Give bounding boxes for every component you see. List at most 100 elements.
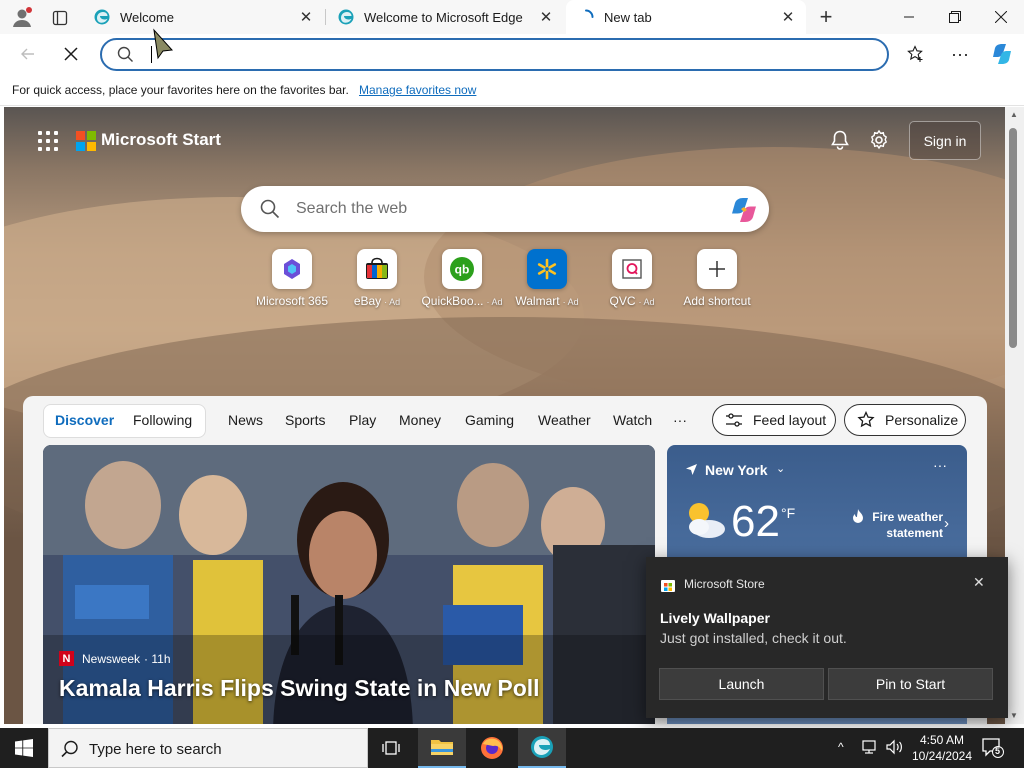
personalize-button[interactable]: Personalize <box>844 404 966 436</box>
mouse-cursor-icon <box>151 28 177 67</box>
search-placeholder: Search the web <box>296 200 408 217</box>
taskbar-search-box[interactable]: Type here to search <box>48 728 368 768</box>
ad-label: · Ad <box>486 297 503 307</box>
scroll-down-icon[interactable]: ▼ <box>1010 711 1018 720</box>
feed-tab-sports[interactable]: Sports <box>285 412 325 428</box>
feed-tab-following[interactable]: Following <box>133 412 192 428</box>
firefox-icon[interactable] <box>468 728 516 768</box>
launch-button[interactable]: Launch <box>659 668 824 700</box>
taskbar-search-placeholder: Type here to search <box>89 741 222 758</box>
more-options-icon[interactable]: ··· <box>933 457 947 473</box>
clock-date: 10/24/2024 <box>911 749 973 763</box>
file-explorer-icon[interactable] <box>418 728 466 768</box>
sign-in-button[interactable]: Sign in <box>909 121 981 160</box>
clock-time: 4:50 AM <box>919 733 965 747</box>
quick-link-microsoft-365[interactable]: Microsoft 365 <box>250 249 334 308</box>
quick-link-label: QuickBoo... <box>421 294 484 308</box>
brand-title[interactable]: Microsoft Start <box>101 130 221 150</box>
news-source: N Newsweek · 11h <box>59 651 171 666</box>
edge-taskbar-icon[interactable] <box>518 728 566 768</box>
feed-tab-money[interactable]: Money <box>399 412 441 428</box>
quick-link-label: eBay <box>353 294 382 308</box>
quick-link-ebay[interactable]: eBay · Ad <box>335 249 419 308</box>
favorites-bar-message: For quick access, place your favorites h… <box>12 83 349 97</box>
tab-welcome[interactable]: Welcome ✕ <box>82 0 324 34</box>
walmart-icon <box>527 249 567 289</box>
feed-layout-label: Feed layout <box>753 412 827 428</box>
article-age: · 11h <box>144 651 171 666</box>
quick-link-label: Walmart <box>515 294 560 308</box>
ad-label: · Ad <box>562 297 579 307</box>
chevron-down-icon[interactable]: ⌄ <box>776 462 785 475</box>
feed-tab-weather[interactable]: Weather <box>538 412 591 428</box>
more-tabs-icon[interactable]: ··· <box>673 412 687 428</box>
hero-news-card[interactable]: N Newsweek · 11h Kamala Harris Flips Swi… <box>43 445 655 724</box>
copilot-icon[interactable] <box>729 196 759 229</box>
feed-layout-button[interactable]: Feed layout <box>712 404 836 436</box>
close-icon[interactable]: ✕ <box>973 574 985 591</box>
quick-link-quickbooks[interactable]: qb QuickBoo... · Ad <box>420 249 504 308</box>
manage-favorites-link[interactable]: Manage favorites now <box>359 83 476 97</box>
qvc-icon <box>612 249 652 289</box>
tab-welcome-to-edge[interactable]: Welcome to Microsoft Edge ✕ <box>326 0 564 34</box>
weather-alert[interactable]: Fire weather statement <box>863 509 943 541</box>
close-tab-icon[interactable]: ✕ <box>776 5 800 29</box>
close-tab-icon[interactable]: ✕ <box>534 5 558 29</box>
restore-icon[interactable] <box>932 0 978 34</box>
pin-to-start-button[interactable]: Pin to Start <box>828 668 993 700</box>
quick-link-walmart[interactable]: Walmart · Ad <box>505 249 589 308</box>
sliders-icon <box>726 413 742 427</box>
tab-new-tab[interactable]: New tab ✕ <box>566 0 806 34</box>
location-arrow-icon <box>685 463 698 481</box>
weather-city[interactable]: New York <box>705 462 768 478</box>
feed-tab-discover[interactable]: Discover <box>55 412 114 428</box>
settings-gear-icon[interactable] <box>868 129 890 156</box>
toast-notification[interactable]: Microsoft Store ✕ Lively Wallpaper Just … <box>646 557 1008 718</box>
quick-link-qvc[interactable]: QVC · Ad <box>590 249 674 308</box>
temperature: 62 <box>731 497 780 546</box>
system-clock[interactable]: 4:50 AM 10/24/2024 <box>905 732 979 764</box>
chevron-up-icon[interactable]: ^ <box>838 740 844 754</box>
favorites-star-icon[interactable] <box>900 38 932 70</box>
web-search-box[interactable]: Search the web <box>241 186 769 232</box>
quickbooks-icon: qb <box>442 249 482 289</box>
scrollbar-thumb[interactable] <box>1009 128 1017 348</box>
notifications-bell-icon[interactable] <box>829 129 851 156</box>
feed-tab-play[interactable]: Play <box>349 412 376 428</box>
scroll-up-icon[interactable]: ▲ <box>1010 110 1018 119</box>
profile-icon[interactable] <box>10 6 34 30</box>
app-launcher-icon[interactable] <box>38 131 58 151</box>
microsoft-logo-icon <box>76 131 96 151</box>
newsweek-logo-icon: N <box>59 651 74 666</box>
close-tab-icon[interactable]: ✕ <box>294 5 318 29</box>
close-window-icon[interactable] <box>978 0 1024 34</box>
tab-label: Welcome to Microsoft Edge <box>364 9 523 25</box>
volume-icon[interactable] <box>886 739 904 760</box>
feed-tab-gaming[interactable]: Gaming <box>465 412 514 428</box>
feed-tab-news[interactable]: News <box>228 412 263 428</box>
back-arrow-icon[interactable] <box>12 38 44 70</box>
address-bar[interactable] <box>100 38 889 71</box>
loading-spinner-icon <box>585 9 594 18</box>
personalize-label: Personalize <box>885 412 959 428</box>
copilot-icon[interactable] <box>986 38 1018 70</box>
quick-link-label: Microsoft 365 <box>255 294 329 308</box>
article-headline[interactable]: Kamala Harris Flips Swing State in New P… <box>59 675 540 702</box>
new-tab-icon[interactable]: + <box>814 4 838 29</box>
microsoft-store-icon <box>660 577 676 598</box>
temperature-unit[interactable]: °F <box>781 505 795 521</box>
vertical-tabs-icon[interactable] <box>48 6 72 30</box>
feed-tab-watch[interactable]: Watch <box>613 412 652 428</box>
task-view-icon[interactable] <box>368 728 416 768</box>
favorites-bar: For quick access, place your favorites h… <box>0 74 1024 106</box>
notification-center-icon[interactable]: 5 <box>982 738 1004 763</box>
minimize-icon[interactable] <box>886 0 932 34</box>
stop-loading-icon[interactable] <box>55 38 87 70</box>
chevron-right-icon[interactable]: › <box>944 515 949 532</box>
windows-start-icon[interactable] <box>0 728 48 768</box>
quick-link-label: Add shortcut <box>683 294 751 308</box>
more-options-icon[interactable]: ··· <box>944 38 976 70</box>
sparkle-star-icon <box>857 411 875 428</box>
network-icon[interactable] <box>862 739 880 760</box>
add-shortcut-button[interactable]: Add shortcut <box>675 249 759 308</box>
